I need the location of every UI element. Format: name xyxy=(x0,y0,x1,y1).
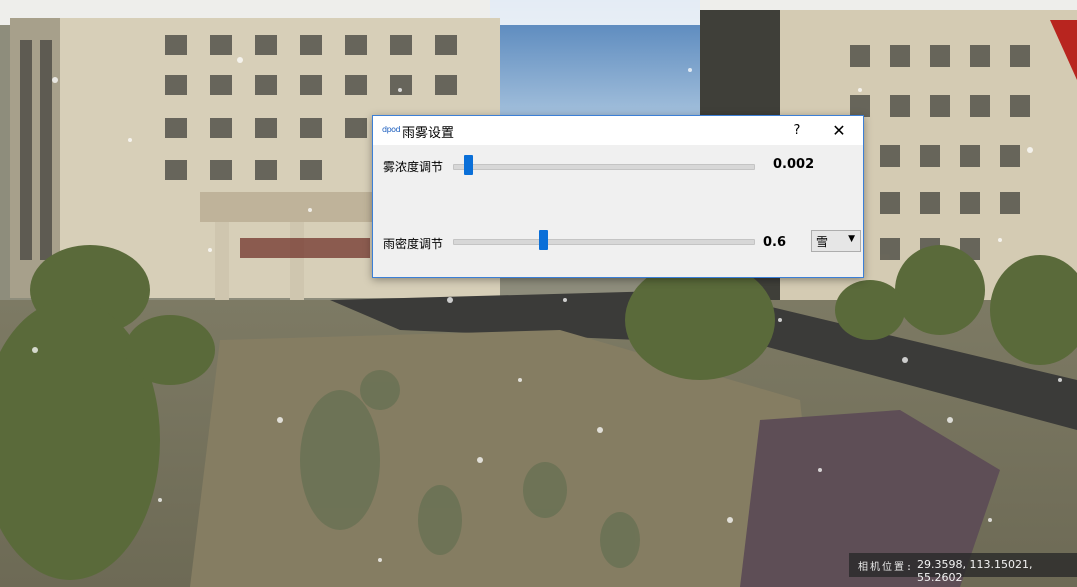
dialog-titlebar[interactable]: dpod 雨雾设置 ? ✕ xyxy=(373,116,863,145)
app-icon: dpod xyxy=(382,125,401,134)
chevron-down-icon: ▼ xyxy=(848,234,855,244)
help-button[interactable]: ? xyxy=(787,121,807,141)
rain-density-slider-track[interactable] xyxy=(453,239,755,245)
weather-type-select[interactable]: 雪 ▼ xyxy=(811,230,861,252)
rain-fog-settings-dialog: dpod 雨雾设置 ? ✕ 雾浓度调节 0.002 雨密度调节 0.6 雪 ▼ xyxy=(372,115,864,278)
fog-density-value: 0.002 xyxy=(773,157,815,172)
close-icon[interactable]: ✕ xyxy=(828,120,850,142)
fog-density-label: 雾浓度调节 xyxy=(383,160,444,174)
rain-density-slider-thumb[interactable] xyxy=(538,230,548,250)
camera-position-bar: 相机位置: 29.3598, 113.15021, 55.2602 xyxy=(849,553,1077,584)
camera-position-label: 相机位置: xyxy=(858,562,915,573)
scene-background xyxy=(0,0,1077,587)
3d-scene-viewport[interactable] xyxy=(0,0,1077,587)
rain-density-label: 雨密度调节 xyxy=(383,237,444,251)
fog-density-slider-track[interactable] xyxy=(453,164,755,170)
rain-density-value: 0.6 xyxy=(763,235,787,250)
dialog-title: 雨雾设置 xyxy=(402,126,455,141)
weather-type-selected: 雪 xyxy=(816,235,829,249)
fog-density-slider-thumb[interactable] xyxy=(463,155,473,175)
camera-position-value: 29.3598, 113.15021, 55.2602 xyxy=(917,558,1033,584)
